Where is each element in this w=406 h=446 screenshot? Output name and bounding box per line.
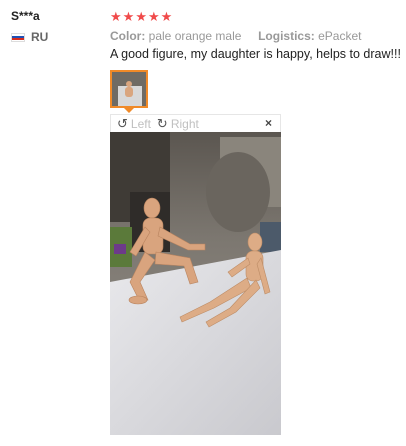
close-icon[interactable]: × — [265, 116, 272, 130]
logistics-value: ePacket — [318, 29, 362, 43]
russia-flag-icon — [11, 32, 25, 42]
star-icon: ★ — [147, 9, 160, 24]
review-text: A good figure, my daughter is happy, hel… — [110, 47, 401, 61]
rotate-left-button[interactable]: ↺ Left — [117, 117, 151, 131]
country-code: RU — [31, 30, 49, 44]
logistics-key: Logistics: — [258, 29, 315, 43]
star-icon: ★ — [135, 9, 147, 24]
star-icon: ★ — [122, 9, 135, 24]
review-photo-thumbnail[interactable] — [110, 70, 148, 108]
rotate-right-icon: ↻ — [156, 116, 168, 131]
review-photo-large — [110, 132, 281, 435]
rotate-left-icon: ↺ — [117, 116, 128, 131]
order-attributes: Color: pale orange male Logistics: ePack… — [110, 29, 361, 43]
star-rating: ★ ★ ★ ★ ★ — [110, 10, 172, 23]
reviewer-country: RU — [11, 30, 48, 44]
star-icon: ★ — [110, 9, 122, 24]
thumbnail-pointer — [124, 108, 134, 113]
rotate-right-label: Right — [170, 116, 199, 131]
rotate-right-button[interactable]: ↻ Right — [157, 117, 199, 131]
color-value: pale orange male — [148, 29, 242, 43]
star-icon: ★ — [160, 9, 173, 24]
image-viewer-toolbar: ↺ Left ↻ Right × — [110, 114, 281, 132]
reviewer-name: S***a — [11, 9, 40, 23]
rotate-left-label: Left — [130, 116, 151, 131]
color-key: Color: — [110, 29, 146, 43]
